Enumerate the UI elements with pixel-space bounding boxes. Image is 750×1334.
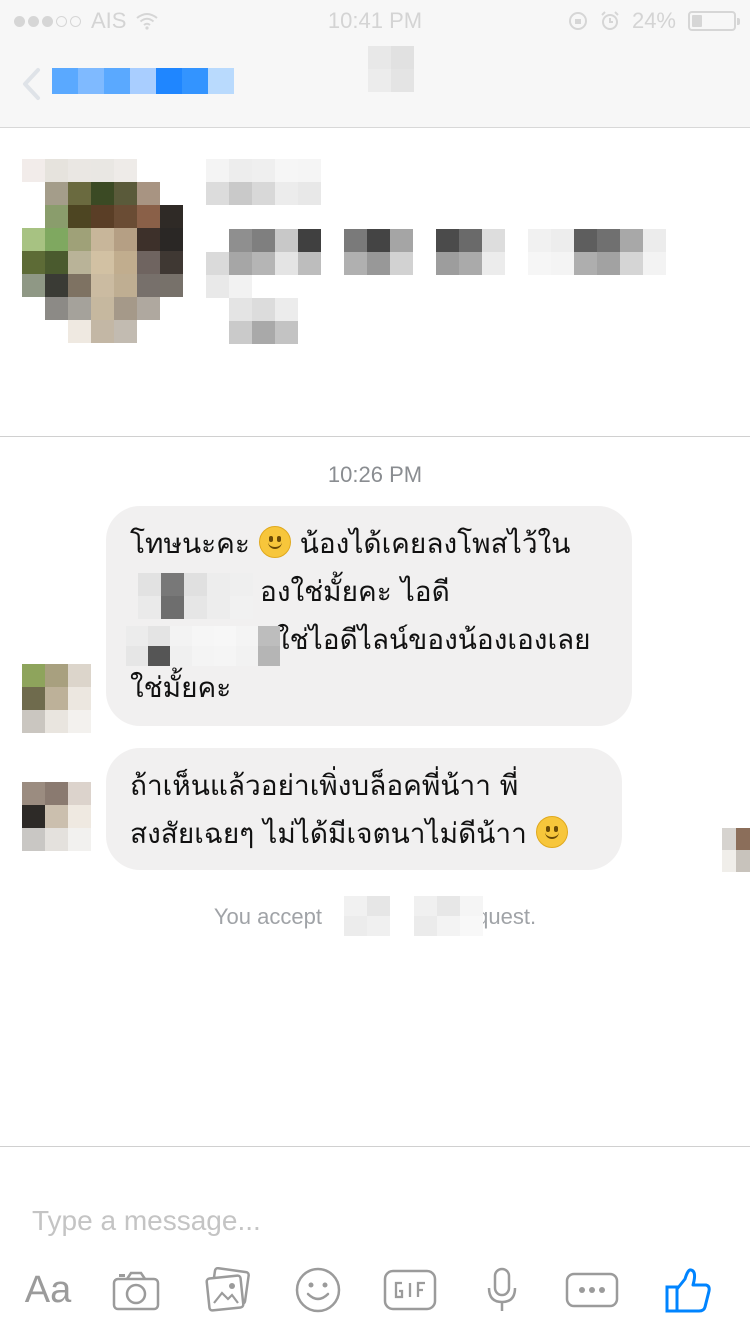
gif-icon xyxy=(383,1269,437,1311)
battery-icon xyxy=(688,11,740,31)
header-title-censored xyxy=(368,46,414,92)
censored-text-block xyxy=(126,626,280,666)
message-bubble[interactable]: ถ้าเห็นแล้วอย่าเพิ่งบล็อคพี่น้าา พี่ สงส… xyxy=(106,748,622,870)
censored-text-block xyxy=(344,896,483,936)
profile-info-line2-censored xyxy=(206,275,298,344)
slightly-smiling-face-icon xyxy=(258,526,291,558)
message-line: สงสัยเฉยๆ ไม่ได้มีเจตนาไม่ดีน้าา xyxy=(130,810,598,858)
gif-button[interactable] xyxy=(382,1265,438,1315)
status-bar: AIS 10:41 PM 24% xyxy=(0,0,750,40)
aa-label: Aa xyxy=(24,1268,72,1311)
censored-text-block xyxy=(138,573,253,619)
sender-avatar[interactable] xyxy=(22,782,91,851)
profile-info-line1-censored xyxy=(206,229,689,275)
more-options-button[interactable] xyxy=(564,1265,620,1315)
back-chevron-icon[interactable] xyxy=(14,64,54,104)
like-button[interactable] xyxy=(660,1265,716,1315)
camera-icon xyxy=(112,1271,160,1311)
profile-avatar[interactable] xyxy=(22,159,183,343)
message-timestamp: 10:26 PM xyxy=(327,462,423,487)
text-format-button[interactable]: Aa xyxy=(20,1265,76,1315)
navigation-bar xyxy=(0,40,750,128)
photo-gallery-icon xyxy=(205,1267,250,1312)
profile-header xyxy=(0,129,750,437)
message-line: โทษนะคะ น้องได้เคยลงโพสไว้ใน xyxy=(130,526,571,560)
photo-gallery-button[interactable] xyxy=(200,1265,256,1315)
message-line: ถ้าเห็นแล้วอย่าเพิ่งบล็อคพี่น้าา พี่ xyxy=(130,769,519,802)
smiling-face-with-smiling-eyes-icon xyxy=(535,816,568,848)
like-thumb-icon xyxy=(665,1268,711,1313)
emoji-icon xyxy=(295,1267,341,1313)
microphone-icon xyxy=(487,1267,517,1311)
orientation-lock-icon xyxy=(568,12,587,30)
more-icon xyxy=(565,1272,619,1308)
battery-percent: 24% xyxy=(631,8,676,33)
alarm-icon xyxy=(601,11,619,30)
profile-name-censored xyxy=(206,159,321,205)
contact-name-censored[interactable] xyxy=(52,68,234,94)
message-composer: Aa xyxy=(0,1146,750,1334)
camera-button[interactable] xyxy=(108,1265,164,1315)
message-line: ใช่มั้ยคะ xyxy=(130,671,232,704)
seen-receipt-avatar xyxy=(722,828,750,872)
status-right: 24% xyxy=(568,8,740,34)
voice-message-button[interactable] xyxy=(474,1265,530,1315)
sender-avatar[interactable] xyxy=(22,664,91,733)
message-input[interactable] xyxy=(32,1201,632,1241)
emoji-button[interactable] xyxy=(290,1265,346,1315)
